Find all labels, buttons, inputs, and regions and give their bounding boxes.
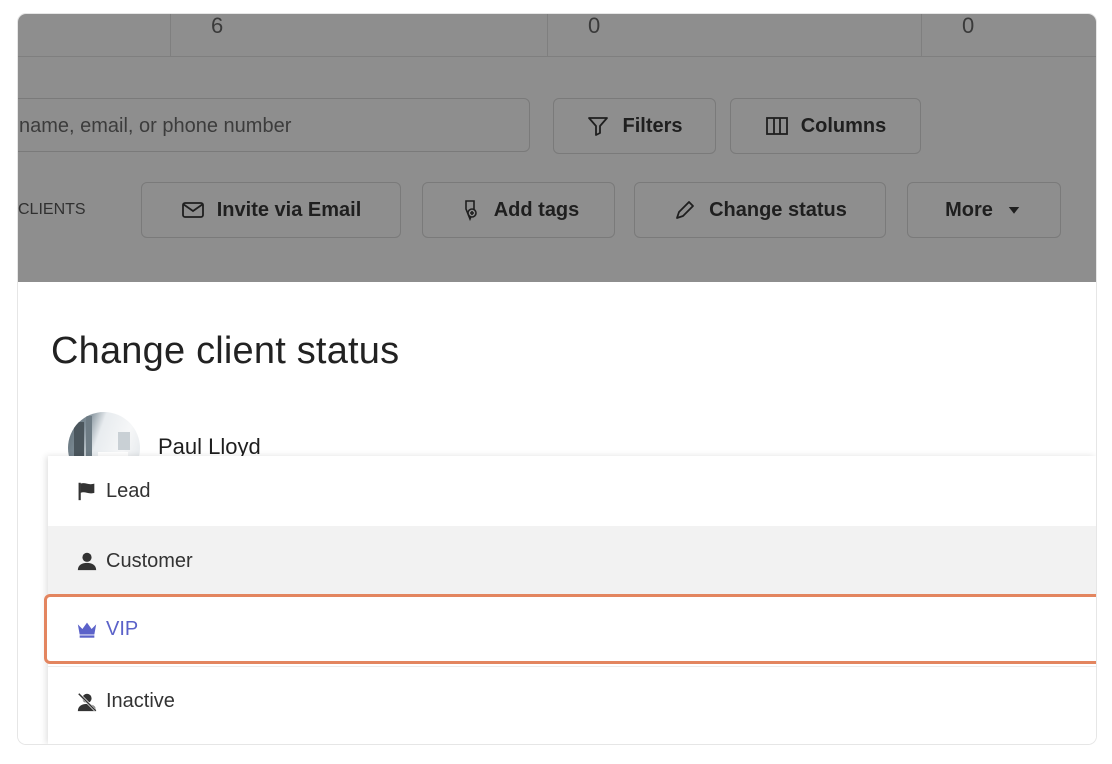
stat-value: 6 xyxy=(211,14,224,38)
app-window: 6 0 0 name, email, or phone number Filte… xyxy=(18,14,1096,744)
change-status-button[interactable]: Change status xyxy=(634,182,886,238)
invite-via-email-button[interactable]: Invite via Email xyxy=(141,182,401,238)
columns-icon xyxy=(765,117,788,135)
user-icon xyxy=(77,552,97,571)
stat-value: 0 xyxy=(962,14,975,38)
status-option-inactive[interactable]: Inactive xyxy=(48,666,1096,736)
filter-icon xyxy=(588,117,609,136)
more-label: More xyxy=(945,198,993,221)
search-input[interactable]: name, email, or phone number xyxy=(18,98,530,152)
add-tags-label: Add tags xyxy=(493,198,580,221)
status-option-lead[interactable]: Lead xyxy=(48,456,1096,526)
stats-row: 6 0 0 xyxy=(18,14,1096,57)
modal-title: Change client status xyxy=(51,330,400,372)
columns-label: Columns xyxy=(800,114,887,137)
stat-cell: 0 xyxy=(921,14,1096,56)
more-dropdown-button[interactable]: More xyxy=(907,182,1061,238)
stat-value: 0 xyxy=(588,14,601,38)
status-label: Lead xyxy=(106,479,151,502)
filters-label: Filters xyxy=(622,114,683,137)
envelope-icon xyxy=(181,202,204,218)
tag-plus-icon xyxy=(464,200,477,222)
search-placeholder: name, email, or phone number xyxy=(19,115,292,137)
status-option-vip[interactable]: VIP xyxy=(44,594,1096,664)
dimmed-backdrop: 6 0 0 name, email, or phone number Filte… xyxy=(18,14,1096,282)
flag-icon xyxy=(78,482,95,501)
stat-cell: 0 xyxy=(547,14,922,56)
status-label: VIP xyxy=(106,617,139,640)
crown-icon xyxy=(77,622,97,638)
status-label: Customer xyxy=(106,549,193,572)
status-option-customer[interactable]: Customer xyxy=(48,526,1096,596)
change-status-modal: Change client status Paul Lloyd Lead Cus… xyxy=(18,282,1096,744)
stat-cell: 6 xyxy=(170,14,548,56)
add-tags-button[interactable]: Add tags xyxy=(422,182,615,238)
columns-button[interactable]: Columns xyxy=(730,98,921,154)
change-status-label: Change status xyxy=(709,198,847,221)
status-dropdown: Lead Customer VIP Inactive xyxy=(44,456,1096,744)
user-slash-icon xyxy=(77,692,97,711)
status-label: Inactive xyxy=(106,690,175,712)
pencil-icon xyxy=(676,201,694,219)
invite-label: Invite via Email xyxy=(216,198,362,221)
clients-label: CLIENTS xyxy=(18,201,86,218)
filters-button[interactable]: Filters xyxy=(553,98,716,154)
caret-down-icon xyxy=(1008,207,1020,214)
